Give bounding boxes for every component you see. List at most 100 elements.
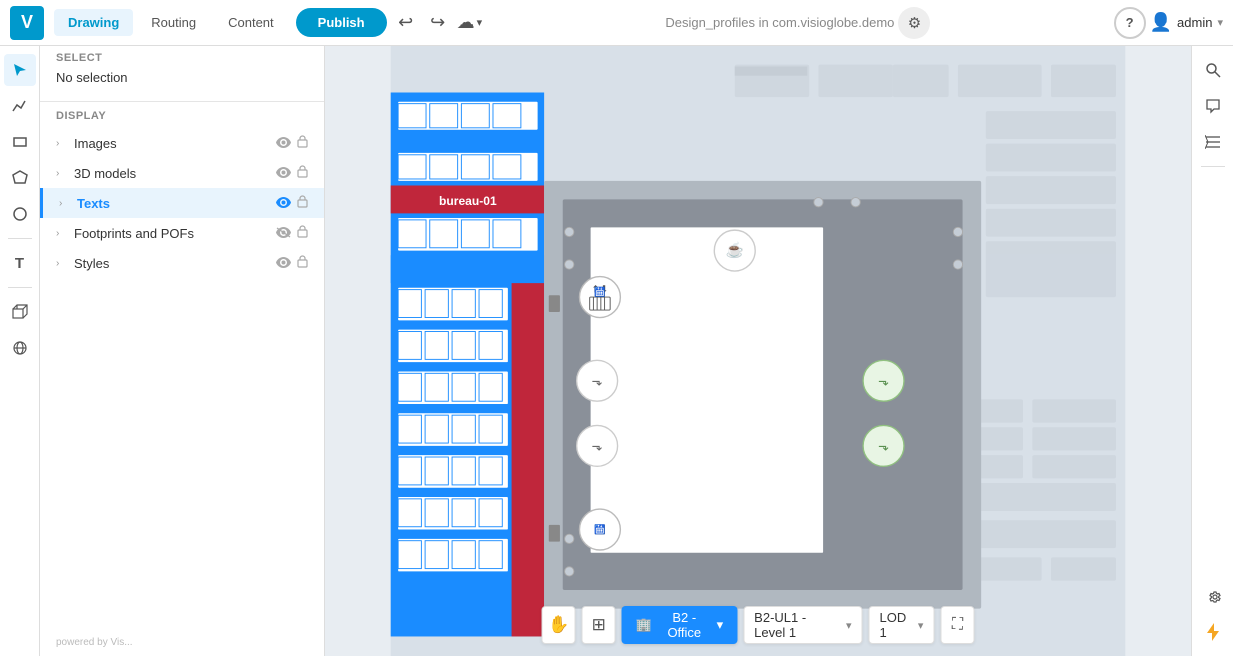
right-toolbar (1191, 46, 1233, 656)
tab-content[interactable]: Content (214, 9, 288, 36)
footprints-layer-chevron: › (56, 228, 68, 239)
tab-routing[interactable]: Routing (137, 9, 210, 36)
rect-icon (12, 134, 28, 150)
user-avatar-icon: 👤 (1150, 12, 1172, 33)
select-section-label: SELECT (40, 46, 324, 66)
floor-dropdown-icon: ▾ (717, 617, 724, 633)
redo-button[interactable]: ↪ (423, 8, 453, 38)
left-toolbar: T (0, 46, 40, 656)
floor-select-button[interactable]: 🏢 B2 - Office ▾ (622, 606, 737, 644)
lod-dropdown-icon: ▾ (918, 619, 924, 632)
main-area: T SELECT No selection DISPLAY › Images (0, 46, 1233, 656)
styles-layer-label: Styles (74, 256, 270, 271)
circle-tool-button[interactable] (4, 198, 36, 230)
styles-visibility-icon[interactable] (276, 255, 291, 271)
search-right-button[interactable] (1197, 54, 1229, 86)
hand-icon: ✋ (548, 615, 569, 635)
undo-icon: ↩ (398, 12, 413, 33)
tab-drawing[interactable]: Drawing (54, 9, 133, 36)
images-lock-icon[interactable] (297, 135, 308, 151)
help-button[interactable]: ? (1114, 7, 1146, 39)
floor-icon: 🏢 (636, 617, 652, 633)
no-selection-label: No selection (40, 66, 324, 101)
list-icon (1205, 135, 1221, 149)
expand-icon: ⛶ (952, 616, 963, 634)
images-layer-label: Images (74, 136, 270, 151)
polygon-tool-button[interactable] (4, 162, 36, 194)
3d-models-lock-icon[interactable] (297, 165, 308, 181)
select-tool-button[interactable] (4, 54, 36, 86)
images-layer-item[interactable]: › Images (40, 128, 324, 158)
undo-button[interactable]: ↩ (391, 8, 421, 38)
lightning-button[interactable] (1197, 616, 1229, 648)
powered-by-label: powered by Vis... (40, 629, 324, 656)
svg-text:⬎: ⬎ (878, 373, 889, 388)
chart-icon (12, 98, 28, 114)
sidebar: SELECT No selection DISPLAY › Images › 3… (40, 46, 325, 656)
search-icon (1205, 62, 1221, 78)
box-tool-button[interactable] (4, 296, 36, 328)
tools-settings-button[interactable] (1197, 580, 1229, 612)
3d-models-layer-item[interactable]: › 3D models (40, 158, 324, 188)
polygon-icon (12, 170, 28, 186)
styles-layer-item[interactable]: › Styles (40, 248, 324, 278)
comment-icon (1205, 98, 1221, 114)
tools-settings-icon (1205, 588, 1221, 604)
texts-visibility-icon[interactable] (276, 195, 291, 211)
app-logo[interactable]: V (10, 6, 44, 40)
user-dropdown-icon: ▾ (1217, 16, 1223, 29)
cloud-sync-button[interactable]: ☁ ▾ (457, 12, 483, 33)
cursor-icon (12, 62, 28, 78)
level-dropdown-icon: ▾ (846, 619, 852, 632)
3d-models-layer-label: 3D models (74, 166, 270, 181)
svg-text:⬎: ⬎ (592, 373, 603, 388)
footprints-layer-item[interactable]: › Footprints and POFs (40, 218, 324, 248)
floor-plan-svg: bureau-01 bureau-02 (325, 46, 1191, 656)
texts-layer-chevron: › (59, 198, 71, 209)
list-view-button[interactable] (1197, 126, 1229, 158)
redo-icon: ↪ (430, 12, 445, 33)
publish-button[interactable]: Publish (296, 8, 387, 37)
tool-separator-2 (8, 287, 32, 288)
3d-models-visibility-icon[interactable] (276, 165, 291, 181)
right-tool-separator (1201, 166, 1225, 167)
level-select[interactable]: B2-UL1 - Level 1 ▾ (743, 606, 862, 644)
svg-text:⬎: ⬎ (878, 438, 889, 453)
styles-lock-icon[interactable] (297, 255, 308, 271)
footprints-lock-icon[interactable] (297, 225, 308, 241)
svg-text:bureau-01: bureau-01 (439, 194, 497, 208)
footprints-layer-label: Footprints and POFs (74, 226, 270, 241)
cloud-icon: ☁ (457, 12, 475, 33)
comments-button[interactable] (1197, 90, 1229, 122)
texts-layer-item[interactable]: › Texts (40, 188, 324, 218)
svg-text:☕: ☕ (725, 241, 744, 259)
grid-button[interactable]: ⊞ (582, 606, 616, 644)
text-tool-button[interactable]: T (4, 247, 36, 279)
user-menu[interactable]: 👤 admin ▾ (1150, 12, 1223, 33)
project-title: Design_profiles in com.visioglobe.demo (665, 15, 894, 30)
images-visibility-icon[interactable] (276, 135, 291, 151)
expand-button[interactable]: ⛶ (940, 606, 974, 644)
rect-tool-button[interactable] (4, 126, 36, 158)
user-label: admin (1177, 15, 1212, 30)
pan-tool-button[interactable]: ✋ (542, 606, 576, 644)
chart-tool-button[interactable] (4, 90, 36, 122)
images-layer-chevron: › (56, 138, 68, 149)
settings-icon: ⚙ (908, 14, 921, 32)
texts-layer-label: Texts (77, 196, 270, 211)
svg-text:🛗: 🛗 (594, 523, 606, 535)
circle-icon (12, 206, 28, 222)
display-section-label: DISPLAY (40, 102, 324, 128)
svg-text:⬎: ⬎ (592, 438, 603, 453)
svg-text:🛗: 🛗 (594, 286, 606, 298)
cloud-dropdown-icon: ▾ (477, 16, 483, 29)
project-settings-button[interactable]: ⚙ (898, 7, 930, 39)
globe-tool-button[interactable] (4, 332, 36, 364)
lod-select[interactable]: LOD 1 ▾ (869, 606, 935, 644)
footprints-visibility-icon[interactable] (276, 225, 291, 241)
level-label: B2-UL1 - Level 1 (754, 610, 840, 640)
map-canvas[interactable]: bureau-01 bureau-02 (325, 46, 1191, 656)
bottom-bar: ✋ ⊞ 🏢 B2 - Office ▾ B2-UL1 - Level 1 ▾ L… (542, 606, 975, 644)
3d-models-layer-chevron: › (56, 168, 68, 179)
texts-lock-icon[interactable] (297, 195, 308, 211)
